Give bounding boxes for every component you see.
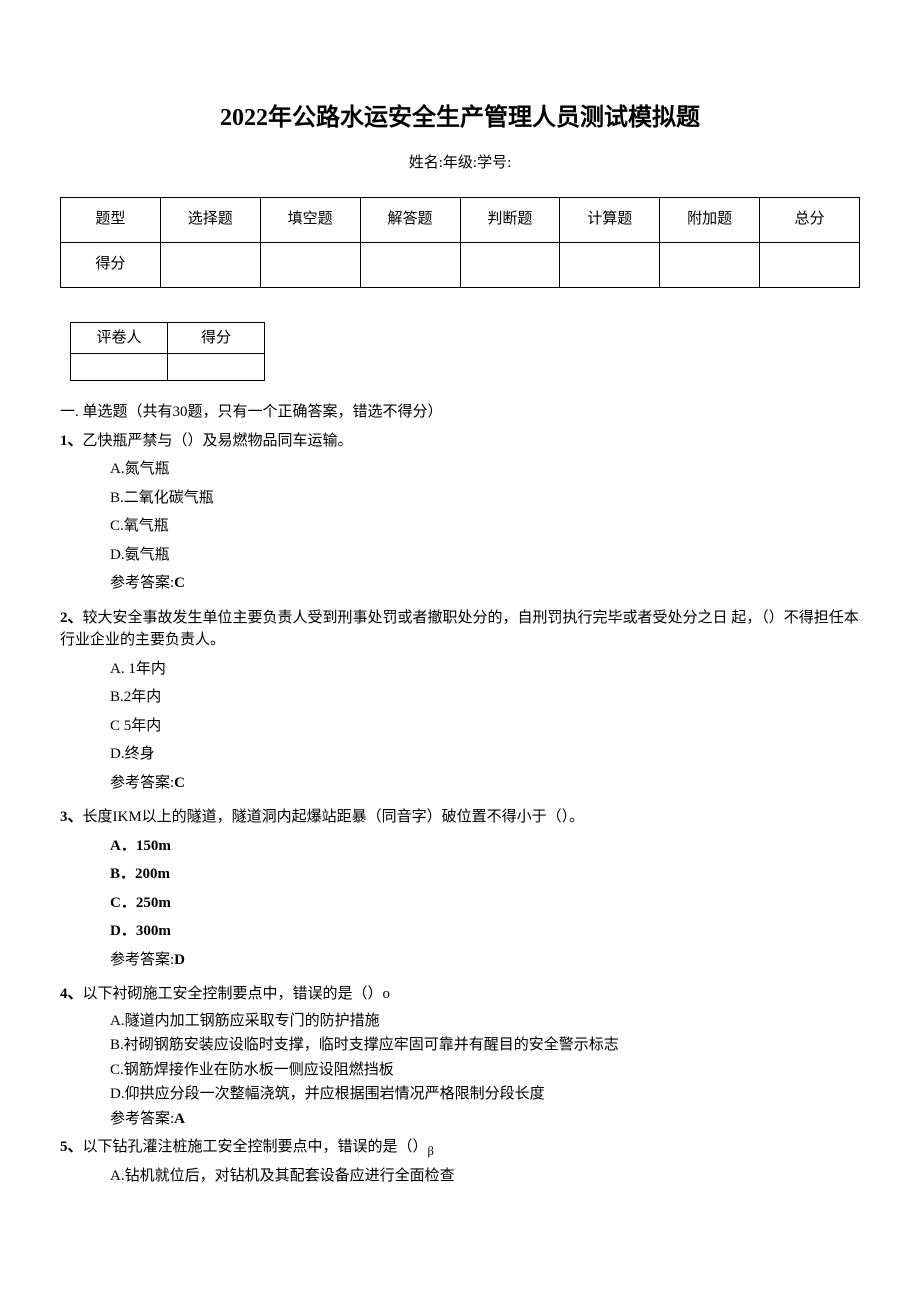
q1-answer: 参考答案:C	[110, 572, 860, 595]
question-3: 3、长度IKM以上的隧道，隧道洞内起爆站距暴（同音字）破位置不得小于（）。	[60, 806, 860, 829]
q3-opt-a: A．150m	[110, 835, 860, 858]
q5-num: 5、	[60, 1139, 83, 1155]
q4-num: 4、	[60, 986, 83, 1002]
q4-stem: 以下衬砌施工安全控制要点中，错误的是（）o	[83, 986, 391, 1002]
q2-num: 2、	[60, 610, 83, 626]
cell-empty	[168, 354, 265, 381]
q4-opt-d: D.仰拱应分段一次整幅浇筑，并应根据围岩情况严格限制分段长度	[110, 1083, 860, 1106]
answer-prefix: 参考答案:	[110, 575, 174, 591]
cell-empty	[360, 242, 460, 287]
q1-opt-c: C.氧气瓶	[110, 515, 860, 538]
q1-opt-a: A.氮气瓶	[110, 458, 860, 481]
grader-label: 评卷人	[71, 322, 168, 354]
cell-empty	[760, 242, 860, 287]
q2-answer: 参考答案:C	[110, 772, 860, 795]
q1-num: 1、	[60, 433, 83, 449]
question-1: 1、乙快瓶严禁与（）及易燃物品同车运输。	[60, 430, 860, 453]
q3-options: A．150m B．200m C．250m D．300m	[110, 835, 860, 943]
q5-options: A.钻机就位后，对钻机及其配套设备应进行全面检查	[110, 1165, 860, 1188]
q3-num: 3、	[60, 809, 83, 825]
th-blank: 填空题	[260, 197, 360, 242]
q3-answer: 参考答案:D	[110, 949, 860, 972]
q4-opt-b: B.衬砌钢筋安装应设临时支撑，临时支撑应牢固可靠并有醒目的安全警示标志	[110, 1034, 860, 1057]
q2-answer-value: C	[174, 775, 185, 791]
q2-opt-c: C 5年内	[110, 715, 860, 738]
th-judge: 判断题	[460, 197, 560, 242]
q3-opt-b: B．200m	[110, 863, 860, 886]
question-4: 4、以下衬砌施工安全控制要点中，错误的是（）o	[60, 983, 860, 1006]
question-5: 5、以下钻孔灌注桩施工安全控制要点中，错误的是（）β	[60, 1136, 860, 1161]
th-type: 题型	[61, 197, 161, 242]
q2-opt-d: D.终身	[110, 743, 860, 766]
answer-prefix: 参考答案:	[110, 775, 174, 791]
section-single-choice: 一. 单选题（共有30题，只有一个正确答案，错选不得分）	[60, 401, 860, 424]
q4-opt-c: C.钢筋焊接作业在防水板一侧应设阻燃挡板	[110, 1059, 860, 1082]
cell-empty	[160, 242, 260, 287]
q2-opt-a: A. 1年内	[110, 658, 860, 681]
cell-empty	[460, 242, 560, 287]
answer-prefix: 参考答案:	[110, 1111, 174, 1127]
q1-opt-d: D.氨气瓶	[110, 544, 860, 567]
th-total: 总分	[760, 197, 860, 242]
q4-answer: 参考答案:A	[110, 1108, 860, 1131]
question-2: 2、较大安全事故发生单位主要负责人受到刑事处罚或者撤职处分的，自刑罚执行完毕或者…	[60, 607, 860, 652]
th-calc: 计算题	[560, 197, 660, 242]
th-choice: 选择题	[160, 197, 260, 242]
q5-sub: β	[428, 1144, 434, 1158]
q2-options: A. 1年内 B.2年内 C 5年内 D.终身	[110, 658, 860, 766]
q3-opt-c: C．250m	[110, 892, 860, 915]
page-title: 2022年公路水运安全生产管理人员测试模拟题	[60, 100, 860, 136]
q3-opt-d: D．300m	[110, 920, 860, 943]
grader-score-label: 得分	[168, 322, 265, 354]
q1-stem: 乙快瓶严禁与（）及易燃物品同车运输。	[83, 433, 353, 449]
score-table: 题型 选择题 填空题 解答题 判断题 计算题 附加题 总分 得分	[60, 197, 860, 288]
q3-answer-value: D	[174, 952, 185, 968]
q2-opt-b: B.2年内	[110, 686, 860, 709]
th-answer: 解答题	[360, 197, 460, 242]
grader-table: 评卷人 得分	[70, 322, 265, 382]
q1-answer-value: C	[174, 575, 185, 591]
q4-answer-value: A	[174, 1111, 185, 1127]
row-score-label: 得分	[61, 242, 161, 287]
subline: 姓名:年级:学号:	[60, 152, 860, 175]
q3-stem: 长度IKM以上的隧道，隧道洞内起爆站距暴（同音字）破位置不得小于（）。	[83, 809, 585, 825]
cell-empty	[71, 354, 168, 381]
cell-empty	[660, 242, 760, 287]
q4-options: A.隧道内加工钢筋应采取专门的防护措施 B.衬砌钢筋安装应设临时支撑，临时支撑应…	[110, 1010, 860, 1106]
answer-prefix: 参考答案:	[110, 952, 174, 968]
q4-opt-a: A.隧道内加工钢筋应采取专门的防护措施	[110, 1010, 860, 1033]
cell-empty	[560, 242, 660, 287]
th-extra: 附加题	[660, 197, 760, 242]
cell-empty	[260, 242, 360, 287]
q5-stem: 以下钻孔灌注桩施工安全控制要点中，错误的是（）	[83, 1139, 428, 1155]
q1-options: A.氮气瓶 B.二氧化碳气瓶 C.氧气瓶 D.氨气瓶	[110, 458, 860, 566]
q5-opt-a: A.钻机就位后，对钻机及其配套设备应进行全面检查	[110, 1165, 860, 1188]
q2-stem: 较大安全事故发生单位主要负责人受到刑事处罚或者撤职处分的，自刑罚执行完毕或者受处…	[60, 610, 859, 649]
q1-opt-b: B.二氧化碳气瓶	[110, 487, 860, 510]
